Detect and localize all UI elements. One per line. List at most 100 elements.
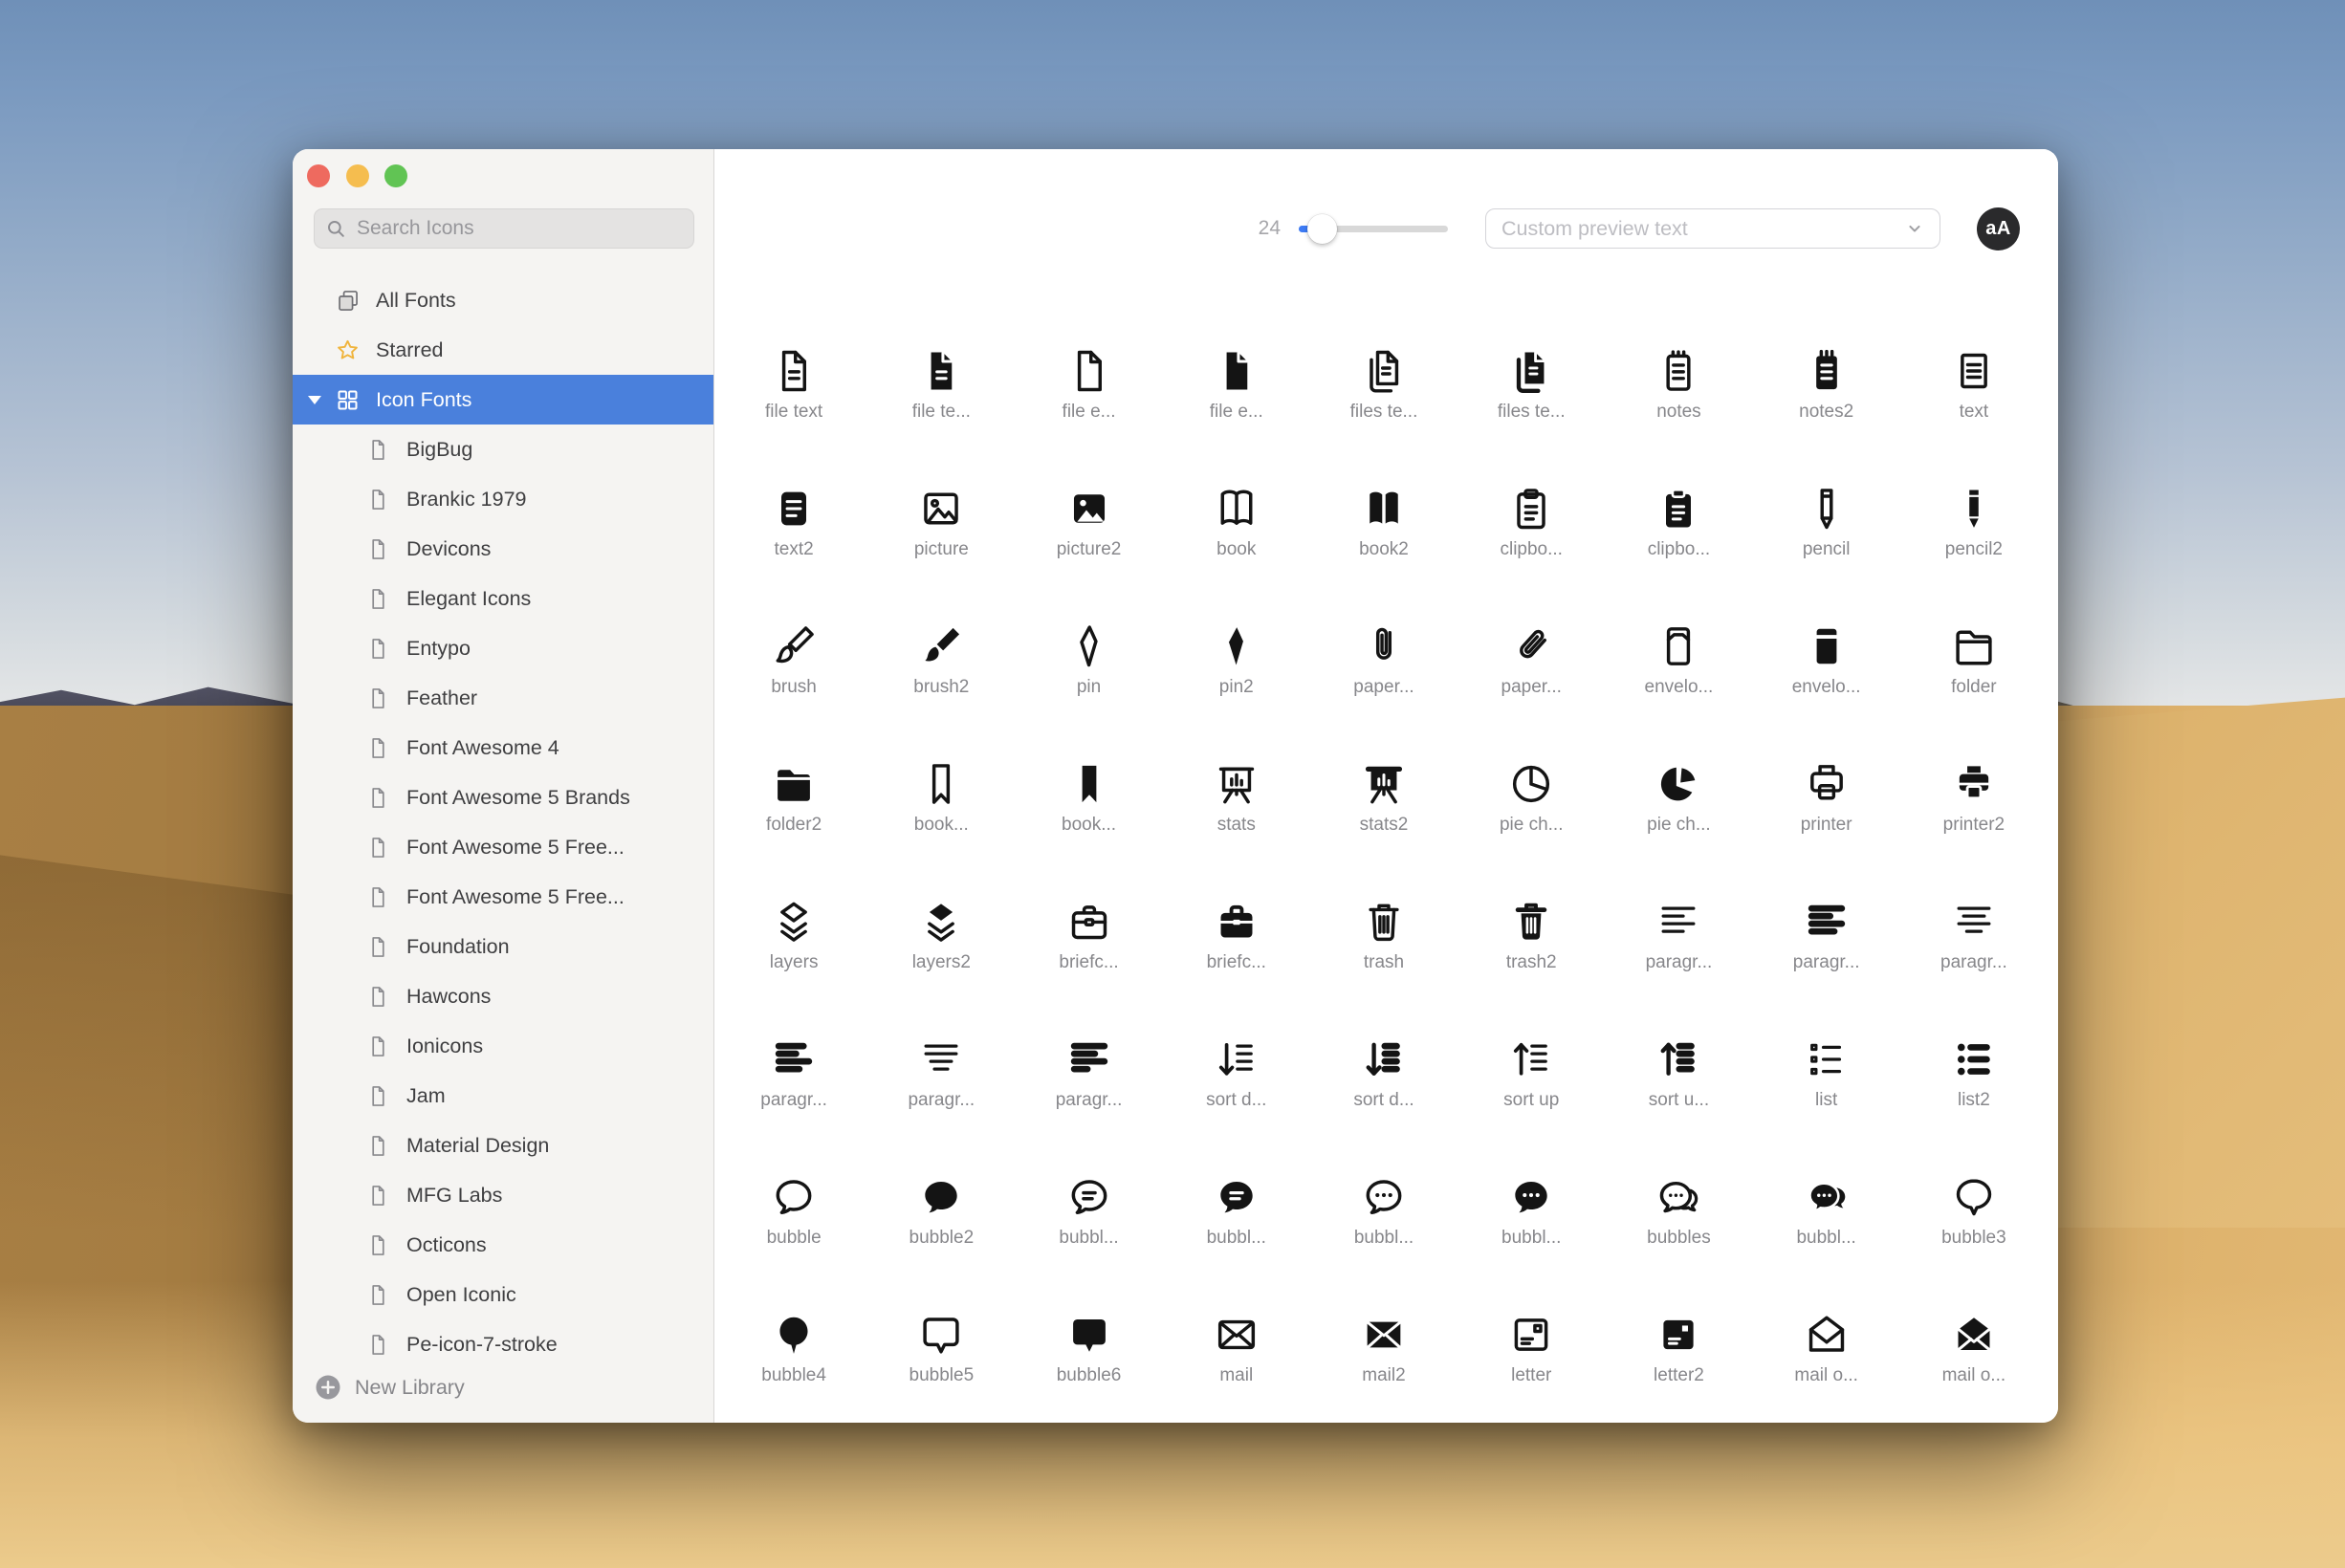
grid-icon-cell[interactable]: clipbo... (1457, 461, 1605, 599)
grid-icon-cell[interactable]: mail o... (1900, 1287, 2048, 1423)
grid-icon-cell[interactable]: printer (1753, 736, 1900, 874)
sidebar-item-font-awesome-5-brands[interactable]: Font Awesome 5 Brands (293, 773, 713, 822)
grid-icon-cell[interactable]: paper... (1310, 599, 1457, 736)
grid-icon-cell[interactable]: sort up (1457, 1012, 1605, 1149)
grid-icon-cell[interactable]: envelo... (1753, 599, 1900, 736)
sidebar-item-all-fonts[interactable]: All Fonts (293, 275, 713, 325)
sidebar-item-octicons[interactable]: Octicons (293, 1220, 713, 1270)
grid-icon-cell[interactable]: pin (1015, 599, 1162, 736)
grid-icon-cell[interactable]: book2 (1310, 461, 1457, 599)
sidebar-item-entypo[interactable]: Entypo (293, 623, 713, 673)
grid-icon-cell[interactable]: list (1753, 1012, 1900, 1149)
traffic-light-minimize-button[interactable] (346, 164, 369, 187)
text-case-button[interactable]: aA (1977, 207, 2020, 250)
grid-icon-cell[interactable]: mail (1163, 1287, 1310, 1423)
sidebar-item-icon-fonts[interactable]: Icon Fonts (293, 375, 713, 425)
sidebar-item-font-awesome-5-free[interactable]: Font Awesome 5 Free... (293, 872, 713, 922)
sidebar-item-font-awesome-4[interactable]: Font Awesome 4 (293, 723, 713, 773)
grid-icon-cell[interactable]: brush2 (867, 599, 1015, 736)
grid-icon-cell[interactable]: paragr... (720, 1012, 867, 1149)
sidebar-item-brankic-1979[interactable]: Brankic 1979 (293, 474, 713, 524)
grid-icon-cell[interactable]: file e... (1015, 323, 1162, 461)
grid-icon-cell[interactable]: sort u... (1605, 1012, 1752, 1149)
icon-size-slider[interactable] (1299, 226, 1448, 232)
grid-icon-cell[interactable]: stats2 (1310, 736, 1457, 874)
grid-icon-cell[interactable]: bubble3 (1900, 1149, 2048, 1287)
search-input[interactable] (355, 216, 684, 241)
grid-icon-cell[interactable]: pie ch... (1605, 736, 1752, 874)
sidebar-item-mfg-labs[interactable]: MFG Labs (293, 1170, 713, 1220)
grid-icon-cell[interactable]: briefc... (1163, 874, 1310, 1012)
grid-icon-cell[interactable]: brush (720, 599, 867, 736)
disclosure-triangle-icon[interactable] (307, 393, 322, 406)
grid-icon-cell[interactable]: layers (720, 874, 867, 1012)
grid-icon-cell[interactable]: bubble5 (867, 1287, 1015, 1423)
sidebar-item-foundation[interactable]: Foundation (293, 922, 713, 971)
grid-icon-cell[interactable]: mail2 (1310, 1287, 1457, 1423)
grid-icon-cell[interactable]: bubbl... (1015, 1149, 1162, 1287)
sidebar-item-devicons[interactable]: Devicons (293, 524, 713, 574)
grid-icon-cell[interactable]: paragr... (1015, 1012, 1162, 1149)
grid-icon-cell[interactable]: file text (720, 323, 867, 461)
grid-icon-cell[interactable]: briefc... (1015, 874, 1162, 1012)
grid-icon-cell[interactable]: paragr... (1753, 874, 1900, 1012)
grid-icon-cell[interactable]: folder2 (720, 736, 867, 874)
grid-icon-cell[interactable]: sort d... (1310, 1012, 1457, 1149)
grid-icon-cell[interactable]: bubbl... (1310, 1149, 1457, 1287)
grid-icon-cell[interactable]: bubbles (1605, 1149, 1752, 1287)
grid-icon-cell[interactable]: stats (1163, 736, 1310, 874)
grid-icon-cell[interactable]: paragr... (1900, 874, 2048, 1012)
grid-icon-cell[interactable]: bubble (720, 1149, 867, 1287)
grid-icon-cell[interactable]: mail o... (1753, 1287, 1900, 1423)
grid-icon-cell[interactable]: book... (1015, 736, 1162, 874)
grid-icon-cell[interactable]: pie ch... (1457, 736, 1605, 874)
traffic-light-zoom-button[interactable] (384, 164, 407, 187)
grid-icon-cell[interactable]: sort d... (1163, 1012, 1310, 1149)
grid-icon-cell[interactable]: envelo... (1605, 599, 1752, 736)
grid-icon-cell[interactable]: letter2 (1605, 1287, 1752, 1423)
grid-icon-cell[interactable]: pin2 (1163, 599, 1310, 736)
grid-icon-cell[interactable]: list2 (1900, 1012, 2048, 1149)
sidebar-item-hawcons[interactable]: Hawcons (293, 971, 713, 1021)
grid-icon-cell[interactable]: clipbo... (1605, 461, 1752, 599)
grid-icon-cell[interactable]: notes (1605, 323, 1752, 461)
grid-icon-cell[interactable]: files te... (1310, 323, 1457, 461)
grid-icon-cell[interactable]: trash (1310, 874, 1457, 1012)
grid-icon-cell[interactable]: book (1163, 461, 1310, 599)
grid-icon-cell[interactable]: paper... (1457, 599, 1605, 736)
grid-icon-cell[interactable]: pencil (1753, 461, 1900, 599)
sidebar-item-ionicons[interactable]: Ionicons (293, 1021, 713, 1071)
grid-icon-cell[interactable]: bubbl... (1457, 1149, 1605, 1287)
grid-icon-cell[interactable]: notes2 (1753, 323, 1900, 461)
grid-icon-cell[interactable]: bubble4 (720, 1287, 867, 1423)
grid-icon-cell[interactable]: bubble2 (867, 1149, 1015, 1287)
slider-thumb[interactable] (1307, 214, 1337, 244)
sidebar-item-jam[interactable]: Jam (293, 1071, 713, 1121)
sidebar-item-material-design[interactable]: Material Design (293, 1121, 713, 1170)
sidebar-item-elegant-icons[interactable]: Elegant Icons (293, 574, 713, 623)
grid-icon-cell[interactable]: text (1900, 323, 2048, 461)
grid-icon-cell[interactable]: bubbl... (1163, 1149, 1310, 1287)
grid-icon-cell[interactable]: letter (1457, 1287, 1605, 1423)
grid-icon-cell[interactable]: files te... (1457, 323, 1605, 461)
grid-icon-cell[interactable]: book... (867, 736, 1015, 874)
grid-icon-cell[interactable]: layers2 (867, 874, 1015, 1012)
grid-icon-cell[interactable]: text2 (720, 461, 867, 599)
grid-icon-cell[interactable]: printer2 (1900, 736, 2048, 874)
search-field[interactable] (314, 208, 694, 249)
grid-icon-cell[interactable]: picture (867, 461, 1015, 599)
grid-icon-cell[interactable]: bubbl... (1753, 1149, 1900, 1287)
grid-icon-cell[interactable]: picture2 (1015, 461, 1162, 599)
sidebar-item-feather[interactable]: Feather (293, 673, 713, 723)
grid-icon-cell[interactable]: pencil2 (1900, 461, 2048, 599)
grid-icon-cell[interactable]: folder (1900, 599, 2048, 736)
grid-icon-cell[interactable]: paragr... (1605, 874, 1752, 1012)
traffic-light-close-button[interactable] (307, 164, 330, 187)
sidebar-item-bigbug[interactable]: BigBug (293, 425, 713, 474)
grid-icon-cell[interactable]: file te... (867, 323, 1015, 461)
grid-icon-cell[interactable]: bubble6 (1015, 1287, 1162, 1423)
sidebar-item-font-awesome-5-free[interactable]: Font Awesome 5 Free... (293, 822, 713, 872)
preview-text-combobox[interactable]: Custom preview text (1485, 208, 1940, 249)
sidebar-item-open-iconic[interactable]: Open Iconic (293, 1270, 713, 1319)
grid-icon-cell[interactable]: paragr... (867, 1012, 1015, 1149)
